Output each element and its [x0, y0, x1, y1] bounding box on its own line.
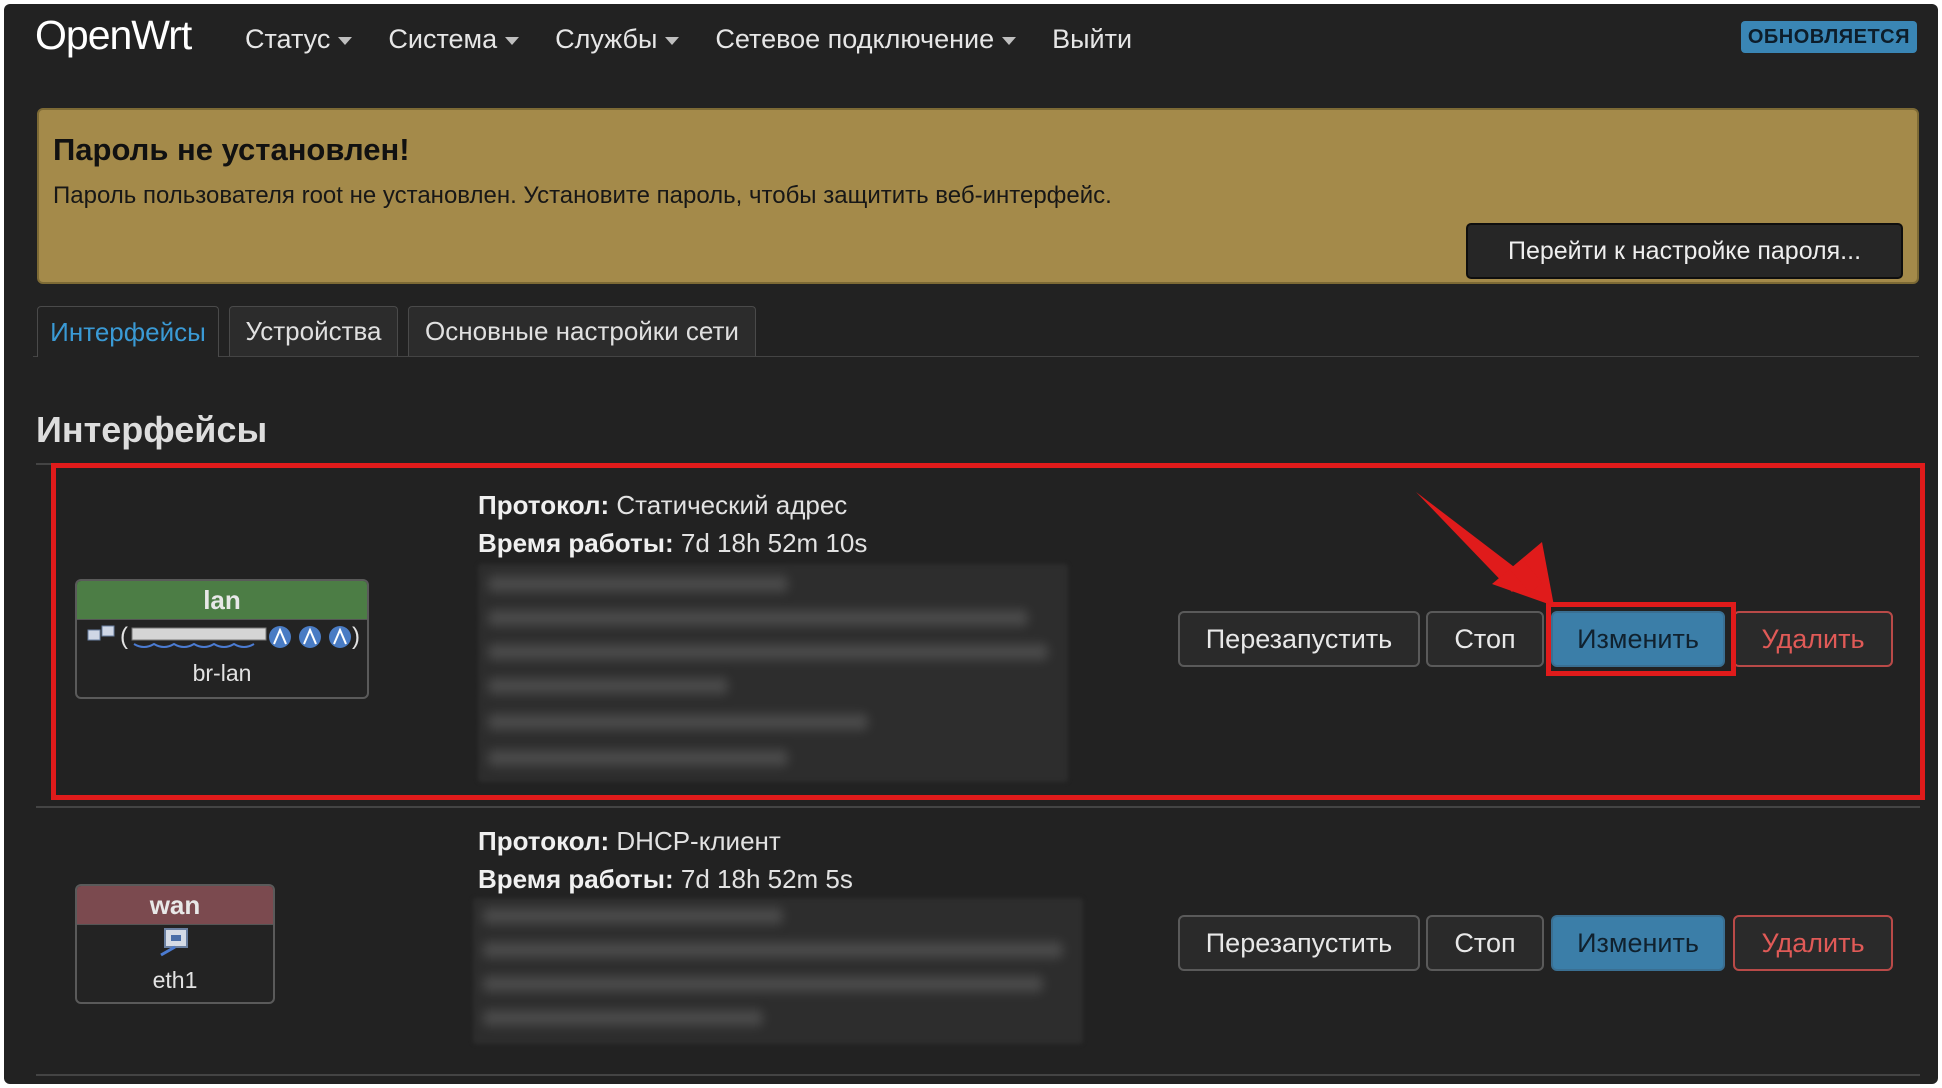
tab-global-network-options[interactable]: Основные настройки сети	[408, 306, 756, 356]
nav-logout[interactable]: Выйти	[1052, 24, 1132, 55]
brand-logo[interactable]: OpenWrt	[35, 12, 192, 59]
restart-button[interactable]: Перезапустить	[1178, 611, 1420, 667]
alert-text: Пароль пользователя root не установлен. …	[53, 182, 1112, 209]
interface-row-lan: lan ( ) br-lan Протокол: Статический адр…	[37, 464, 1919, 808]
top-navbar: OpenWrt Статус Система Службы Сетевое по…	[4, 4, 1938, 74]
openwrt-window: OpenWrt Статус Система Службы Сетевое по…	[4, 4, 1938, 1084]
uptime-label: Время работы:	[478, 528, 674, 558]
interface-info: Протокол: DHCP-клиент Время работы: 7d 1…	[478, 822, 853, 898]
protocol-value: Статический адрес	[616, 490, 848, 520]
caret-down-icon	[665, 37, 680, 45]
tab-interfaces[interactable]: Интерфейсы	[37, 306, 219, 357]
nav-system[interactable]: Система	[388, 24, 520, 55]
device-name: eth1	[152, 967, 198, 993]
nav-status-label: Статус	[245, 24, 331, 54]
caret-down-icon	[338, 37, 353, 45]
nav-system-label: Система	[388, 24, 498, 54]
uptime-value: 7d 18h 52m 10s	[680, 528, 868, 558]
interface-badge-lan[interactable]: lan ( ) br-lan	[75, 579, 369, 699]
page-title: Интерфейсы	[36, 409, 268, 450]
device-name: br-lan	[192, 660, 252, 686]
password-warning-alert: Пароль не установлен! Пароль пользовател…	[37, 108, 1919, 284]
ethernet-port-icon	[160, 928, 188, 957]
svg-text:(: (	[120, 623, 128, 650]
protocol-value: DHCP-клиент	[616, 826, 781, 856]
interface-devices: ( ) br-lan	[77, 620, 367, 687]
nav-status[interactable]: Статус	[245, 24, 353, 55]
caret-down-icon	[1002, 37, 1017, 45]
divider	[36, 1074, 1920, 1076]
nav-network-label: Сетевое подключение	[715, 24, 995, 54]
tab-bar: Интерфейсы Устройства Основные настройки…	[33, 306, 1919, 357]
uptime-label: Время работы:	[478, 864, 674, 894]
edit-button[interactable]: Изменить	[1551, 915, 1725, 971]
alert-title: Пароль не установлен!	[53, 132, 410, 167]
interface-devices: eth1	[77, 925, 273, 994]
nav-network[interactable]: Сетевое подключение	[715, 24, 1017, 55]
redacted-details	[478, 564, 1068, 782]
interface-name: wan	[77, 886, 273, 925]
protocol-label: Протокол:	[478, 826, 610, 856]
interface-info: Протокол: Статический адрес Время работы…	[478, 486, 867, 562]
stop-button[interactable]: Стоп	[1426, 915, 1544, 971]
refreshing-badge[interactable]: ОБНОВЛЯЕТСЯ	[1740, 21, 1917, 53]
delete-button[interactable]: Удалить	[1733, 915, 1893, 971]
wireless-icon	[269, 626, 351, 648]
delete-button[interactable]: Удалить	[1733, 611, 1893, 667]
interface-row-wan: wan eth1 Протокол: DHCP-клиент Время раб…	[37, 808, 1919, 1074]
arrow-annotation	[1416, 492, 1554, 606]
caret-down-icon	[505, 37, 520, 45]
edit-button[interactable]: Изменить	[1551, 611, 1725, 667]
tab-devices[interactable]: Устройства	[229, 306, 398, 356]
protocol-label: Протокол:	[478, 490, 610, 520]
nav-logout-label: Выйти	[1052, 24, 1133, 54]
go-to-password-button[interactable]: Перейти к настройке пароля...	[1466, 223, 1903, 279]
ethernet-port-icon: ( )	[87, 623, 360, 650]
stop-button[interactable]: Стоп	[1426, 611, 1544, 667]
svg-text:): )	[352, 623, 360, 650]
restart-button[interactable]: Перезапустить	[1178, 915, 1420, 971]
interface-name: lan	[77, 581, 367, 620]
main-nav: Статус Система Службы Сетевое подключени…	[245, 24, 1132, 55]
redacted-details	[473, 898, 1083, 1044]
nav-services-label: Службы	[555, 24, 658, 54]
uptime-value: 7d 18h 52m 5s	[680, 864, 853, 894]
nav-services[interactable]: Службы	[555, 24, 680, 55]
interface-badge-wan[interactable]: wan eth1	[75, 884, 275, 1004]
